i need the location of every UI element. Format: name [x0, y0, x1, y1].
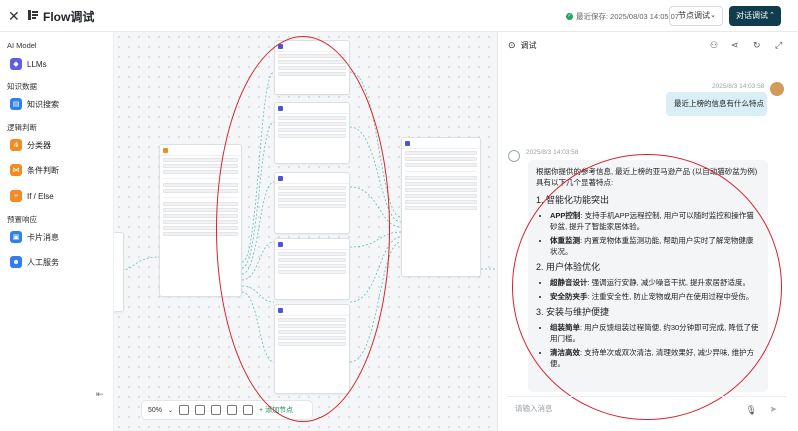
collapse-sidebar-icon[interactable]: ⇤: [96, 389, 104, 400]
knowledge-icon: ▤: [10, 98, 22, 110]
refresh-icon[interactable]: ↻: [753, 40, 761, 51]
sidebar-item-label: 分类器: [27, 140, 51, 150]
node-debug-label: 节点调试: [678, 11, 710, 20]
select-icon[interactable]: [211, 405, 222, 415]
sidebar-section-title: 知识数据: [7, 82, 37, 91]
sidebar-item-label: 知识搜索: [27, 99, 59, 109]
node-field: [405, 176, 477, 180]
chat-debug-button[interactable]: 对话调试 ⌃: [729, 6, 781, 26]
node-field: [405, 194, 477, 198]
sidebar-section-title: AI Model: [7, 41, 37, 50]
microphone-icon[interactable]: 🎙: [746, 398, 757, 422]
node-field: [405, 157, 477, 161]
page-title: Flow调试: [43, 10, 95, 24]
classifier-icon: [163, 147, 168, 153]
node-divider: [405, 171, 477, 172]
chevron-down-icon: ⌄: [710, 12, 716, 19]
annotation-circle-right: [512, 154, 782, 420]
top-bar: ✕ Flow调试 ✓ 最近保存: 2025/08/03 14:05:07 节点调试…: [0, 0, 798, 32]
chat-input[interactable]: 请输入消息 🎙 ➤: [507, 396, 787, 420]
ifelse-icon: ⑂: [10, 190, 22, 202]
annotation-circle-left: [216, 36, 390, 422]
bot-message-time: 2025/8/3 14:03:58: [526, 149, 579, 156]
user-message: 最近上榜的信息有什么特点: [666, 92, 767, 116]
expand-icon[interactable]: ⤢: [775, 40, 782, 51]
llm-icon: [405, 140, 410, 146]
sidebar-item-condition[interactable]: ⋈ 条件判断: [10, 162, 59, 178]
sidebar-item-label: 条件判断: [27, 165, 59, 175]
zoom-select[interactable]: 50%: [148, 407, 162, 414]
node-field: [405, 182, 477, 186]
close-icon[interactable]: ✕: [8, 8, 20, 25]
node-field: [405, 206, 477, 210]
sidebar-item-knowledge-search[interactable]: ▤ 知识搜索: [10, 96, 59, 112]
condition-icon: ⋈: [10, 164, 22, 176]
chat-debug-label: 对话调试: [736, 11, 768, 20]
llm-summary-node[interactable]: [401, 137, 481, 277]
node-field: [405, 188, 477, 192]
send-icon[interactable]: ➤: [769, 397, 777, 421]
node-field: [405, 163, 477, 167]
debug-icon: ⊙: [508, 39, 516, 50]
node-field: [405, 200, 477, 204]
sidebar-item-card-message[interactable]: ▣ 卡片消息: [10, 229, 59, 245]
chat-input-placeholder: 请输入消息: [515, 404, 553, 413]
node-debug-button[interactable]: 节点调试 ⌄: [669, 6, 723, 26]
card-icon: ▣: [10, 231, 22, 243]
sidebar-item-if-else[interactable]: ⑂ If / Else: [10, 188, 54, 204]
save-status: ✓ 最近保存: 2025/08/03 14:05:07: [566, 11, 679, 22]
flow-node-partial[interactable]: [114, 232, 124, 312]
llm-icon: ◆: [10, 58, 22, 70]
chat-title: 调试: [520, 40, 537, 50]
sidebar-item-label: LLMs: [27, 59, 47, 69]
classifier-icon: ⋔: [10, 139, 22, 151]
sidebar-item-label: 人工服务: [27, 257, 59, 267]
chevron-down-icon[interactable]: ⌄: [168, 407, 173, 414]
node-header: [402, 138, 480, 149]
user-icon[interactable]: ⚇: [710, 40, 718, 51]
bot-avatar: [508, 150, 520, 162]
sidebar-item-label: 卡片消息: [27, 232, 59, 242]
sidebar-item-human-service[interactable]: ☻ 人工服务: [10, 254, 59, 270]
check-icon: ✓: [566, 13, 573, 20]
layout-icon[interactable]: [227, 405, 238, 415]
save-status-text: 最近保存: 2025/08/03 14:05:07: [576, 12, 679, 21]
fit-view-icon[interactable]: [195, 405, 206, 415]
comment-icon[interactable]: [243, 405, 254, 415]
sidebar-section-title: 预置响应: [7, 215, 37, 224]
hand-icon[interactable]: [179, 405, 190, 415]
user-message-time: 2025/8/3 14:03:58: [712, 83, 765, 90]
node-field: [405, 151, 477, 155]
sidebar-section-title: 逻辑判断: [7, 123, 37, 132]
sidebar-item-llms[interactable]: ◆ LLMs: [10, 56, 47, 72]
human-service-icon: ☻: [10, 256, 22, 268]
user-avatar: [770, 82, 784, 96]
flow-icon: [28, 10, 38, 20]
sidebar: AI Model ◆ LLMs 知识数据 ▤ 知识搜索 逻辑判断 ⋔ 分类器 ⋈ 条件判…: [0, 32, 114, 431]
chevron-up-icon: ⌃: [769, 12, 775, 19]
sidebar-item-label: If / Else: [27, 191, 54, 201]
share-icon[interactable]: ⋖: [731, 40, 739, 51]
sidebar-item-classifier[interactable]: ⋔ 分类器: [10, 137, 51, 153]
chat-header: ⊙ 调试 ⚇ ⋖ ↻ ⤢: [498, 32, 798, 58]
